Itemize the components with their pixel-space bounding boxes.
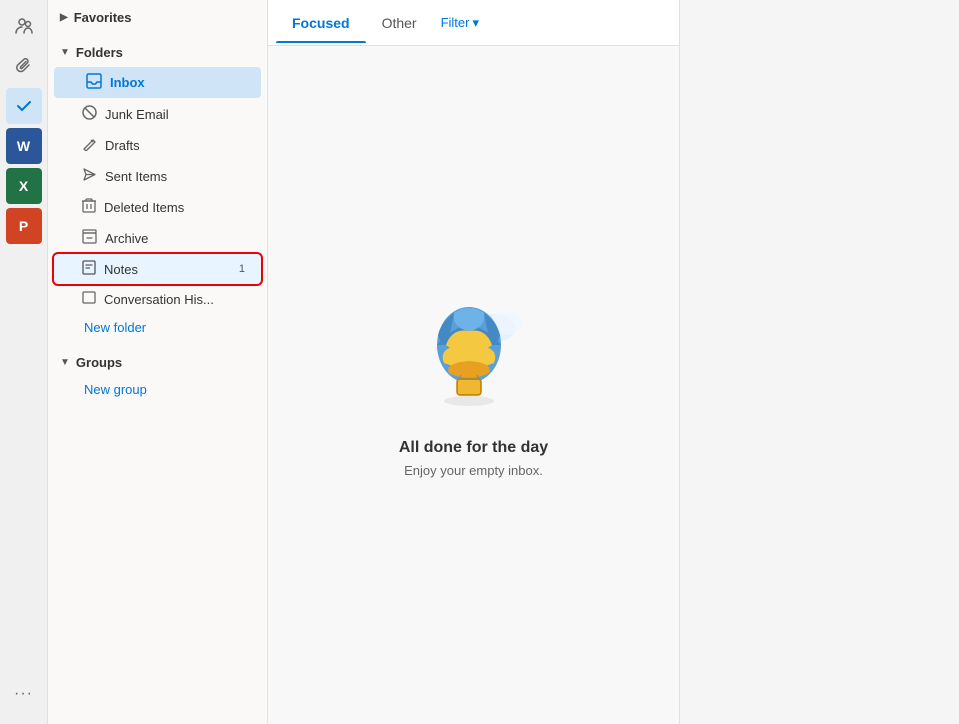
- archive-label: Archive: [105, 231, 148, 246]
- drafts-label: Drafts: [105, 138, 140, 153]
- sidebar-item-notes[interactable]: Notes 1: [54, 254, 261, 284]
- sidebar-item-archive[interactable]: Archive: [54, 223, 261, 253]
- filter-chevron-icon: ▾: [472, 15, 479, 31]
- groups-header[interactable]: ▼ Groups: [48, 349, 267, 376]
- notes-badge: 1: [235, 262, 249, 276]
- conversation-icon: [82, 291, 96, 307]
- folders-label: Folders: [76, 45, 123, 60]
- groups-chevron: ▼: [60, 357, 70, 368]
- people-icon[interactable]: [6, 8, 42, 44]
- filter-label: Filter: [441, 15, 470, 30]
- new-folder-label: New folder: [84, 320, 146, 335]
- other-label: Other: [382, 15, 417, 31]
- folders-header[interactable]: ▼ Folders: [48, 39, 267, 66]
- sidebar-item-deleted[interactable]: Deleted Items: [54, 192, 261, 222]
- powerpoint-letter: P: [19, 218, 28, 234]
- deleted-label: Deleted Items: [104, 200, 184, 215]
- new-folder-link[interactable]: New folder: [48, 314, 267, 341]
- filter-button[interactable]: Filter ▾: [441, 15, 479, 31]
- new-group-label: New group: [84, 382, 147, 397]
- paperclip-icon[interactable]: [6, 48, 42, 84]
- ellipsis-label: ···: [14, 685, 33, 703]
- groups-section: ▼ Groups New group: [48, 345, 267, 407]
- folders-section: ▼ Folders Inbox Junk Email: [48, 35, 267, 345]
- sent-icon: [82, 167, 97, 185]
- focused-label: Focused: [292, 15, 350, 31]
- notes-label: Notes: [104, 262, 138, 277]
- tab-focused[interactable]: Focused: [276, 3, 366, 43]
- drafts-icon: [82, 136, 97, 154]
- notes-icon: [82, 260, 96, 278]
- sidebar-item-sent[interactable]: Sent Items: [54, 161, 261, 191]
- sidebar-item-drafts[interactable]: Drafts: [54, 130, 261, 160]
- excel-icon[interactable]: X: [6, 168, 42, 204]
- folders-chevron: ▼: [60, 47, 70, 58]
- checkmark-icon[interactable]: [6, 88, 42, 124]
- inbox-label: Inbox: [110, 75, 145, 90]
- favorites-label: Favorites: [74, 10, 132, 25]
- favorites-section: ▶ Favorites: [48, 0, 267, 35]
- new-group-link[interactable]: New group: [48, 376, 267, 403]
- junk-label: Junk Email: [105, 107, 169, 122]
- empty-title: All done for the day: [399, 439, 548, 457]
- main-area: Focused Other Filter ▾: [268, 0, 679, 724]
- conversation-label: Conversation His...: [104, 292, 214, 307]
- word-letter: W: [17, 138, 30, 154]
- sidebar: ▶ Favorites ▼ Folders Inbox: [48, 0, 268, 724]
- right-panel: [679, 0, 959, 724]
- archive-icon: [82, 229, 97, 247]
- sidebar-item-junk[interactable]: Junk Email: [54, 99, 261, 129]
- sidebar-item-conversation[interactable]: Conversation His...: [54, 285, 261, 313]
- word-icon[interactable]: W: [6, 128, 42, 164]
- deleted-icon: [82, 198, 96, 216]
- sent-label: Sent Items: [105, 169, 167, 184]
- inbox-content: All done for the day Enjoy your empty in…: [268, 46, 679, 724]
- groups-label: Groups: [76, 355, 122, 370]
- powerpoint-icon[interactable]: P: [6, 208, 42, 244]
- more-apps-icon[interactable]: ···: [6, 676, 42, 712]
- app-rail: W X P ···: [0, 0, 48, 724]
- sidebar-item-inbox[interactable]: Inbox: [54, 67, 261, 98]
- favorites-header[interactable]: ▶ Favorites: [48, 4, 267, 31]
- tab-bar: Focused Other Filter ▾: [268, 0, 679, 46]
- junk-icon: [82, 105, 97, 123]
- tab-other[interactable]: Other: [366, 3, 433, 43]
- empty-subtitle: Enjoy your empty inbox.: [404, 463, 543, 478]
- balloon-illustration: [414, 293, 534, 423]
- favorites-chevron: ▶: [60, 12, 68, 23]
- inbox-icon: [86, 73, 102, 92]
- excel-letter: X: [19, 178, 28, 194]
